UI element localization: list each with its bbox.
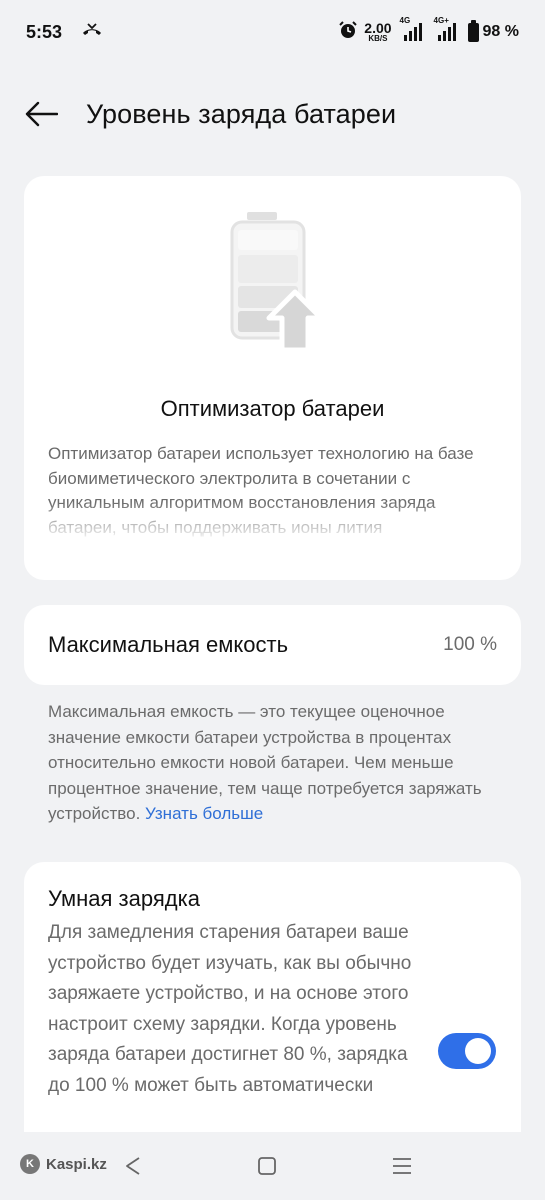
kaspi-logo-icon: K	[20, 1154, 40, 1174]
back-button[interactable]	[24, 94, 64, 134]
nav-recents-button[interactable]	[390, 1154, 414, 1178]
navigation-bar: K Kaspi.kz	[0, 1132, 545, 1200]
smart-charging-card: Умная зарядка Для замедления старения ба…	[24, 862, 521, 1162]
alarm-icon	[338, 20, 358, 45]
signal-sim2-icon: 4G+	[434, 16, 456, 41]
status-bar: 5:53 2.00 KB/S 4G 4G+ 98 %	[0, 0, 545, 64]
network-speed-value: 2.00	[364, 20, 392, 36]
max-capacity-row: Максимальная емкость 100 %	[24, 605, 521, 685]
max-capacity-description: Максимальная емкость — это текущее оцено…	[48, 702, 482, 823]
signal-sim1-icon: 4G	[400, 16, 422, 41]
learn-more-link[interactable]: Узнать больше	[145, 804, 263, 823]
max-capacity-value: 100 %	[443, 634, 497, 655]
page-title: Уровень заряда батареи	[86, 98, 397, 129]
optimizer-title: Оптимизатор батареи	[160, 396, 385, 421]
status-time: 5:53	[26, 21, 63, 42]
nav-back-button[interactable]	[122, 1154, 144, 1178]
header: Уровень заряда батареи	[24, 86, 521, 142]
max-capacity-label: Максимальная емкость	[48, 632, 289, 657]
battery-optimizer-illustration	[218, 210, 328, 360]
watermark-text: Kaspi.kz	[46, 1155, 107, 1173]
network-speed-unit: KB/S	[368, 34, 388, 43]
battery-icon	[467, 19, 479, 42]
watermark: K Kaspi.kz	[20, 1154, 107, 1174]
toggle-knob	[465, 1038, 491, 1064]
sim2-network-tag: 4G+	[433, 16, 449, 25]
battery-status: 98 %	[467, 19, 519, 42]
square-home-icon	[258, 1157, 276, 1175]
triangle-back-icon	[126, 1157, 140, 1175]
missed-call-icon	[82, 22, 102, 42]
battery-percent: 98 %	[482, 23, 519, 40]
smart-charging-title: Умная зарядка	[48, 886, 200, 911]
menu-recents-icon	[393, 1158, 411, 1174]
sim1-network-tag: 4G	[399, 16, 411, 25]
back-arrow-icon	[25, 101, 58, 127]
smart-charging-toggle[interactable]	[438, 1033, 496, 1069]
optimizer-description: Оптимизатор батареи использует технологи…	[48, 442, 497, 542]
network-speed: 2.00 KB/S	[364, 21, 391, 43]
smart-charging-description: Для замедления старения батареи ваше уст…	[48, 922, 412, 1096]
nav-home-button[interactable]	[256, 1154, 278, 1178]
battery-optimizer-card: Оптимизатор батареи Оптимизатор батареи …	[24, 176, 521, 580]
max-capacity-description-block: Максимальная емкость — это текущее оцено…	[48, 699, 505, 827]
